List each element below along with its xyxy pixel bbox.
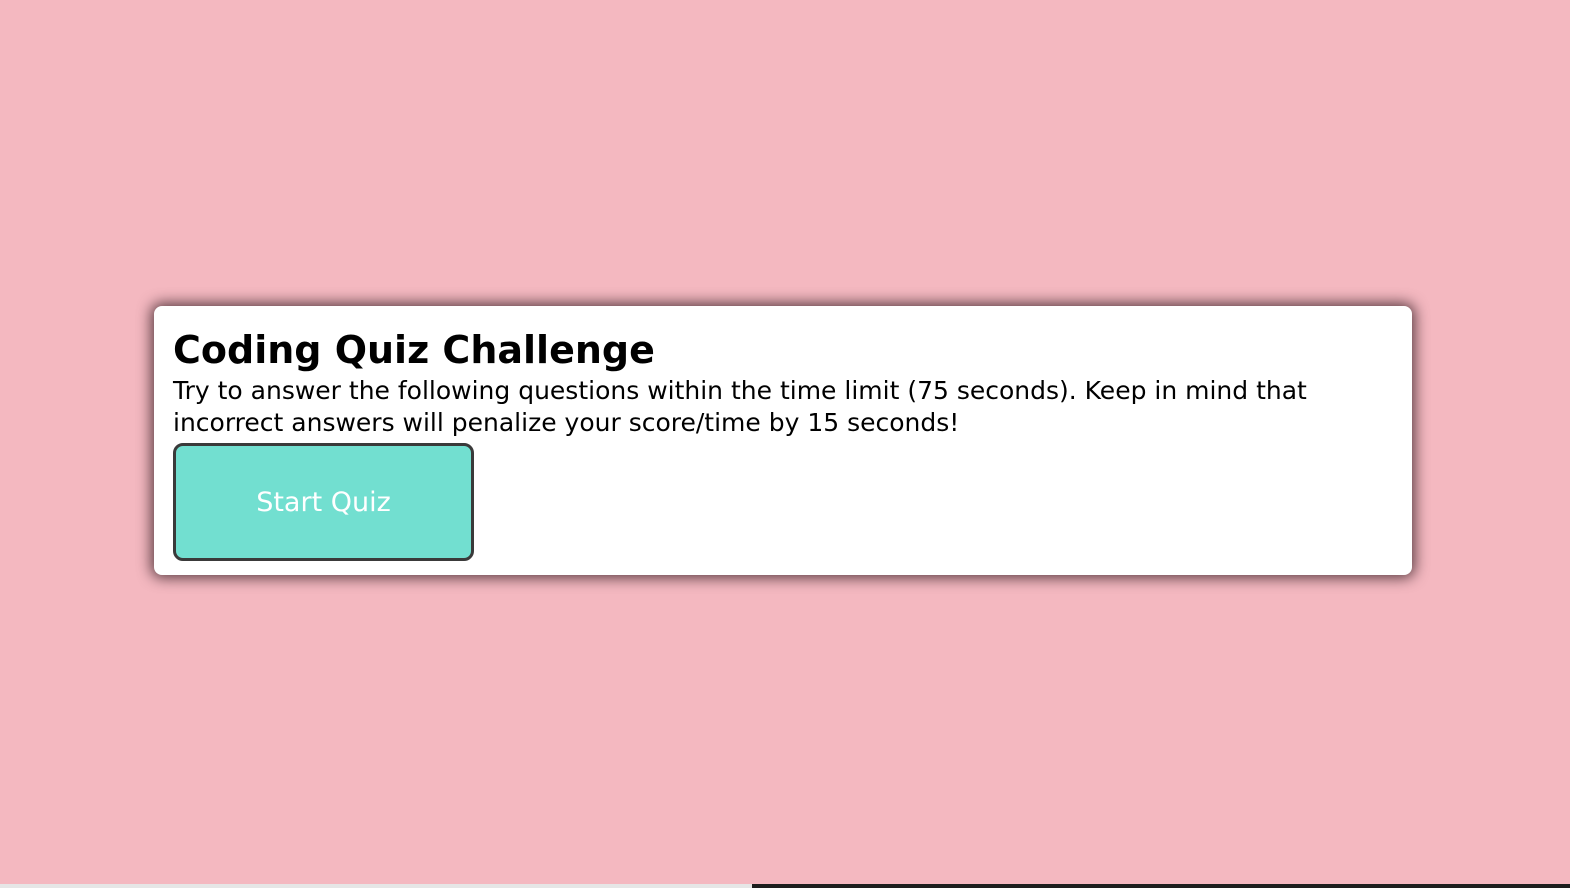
quiz-intro-card: Coding Quiz Challenge Try to answer the … (154, 306, 1412, 575)
page-title: Coding Quiz Challenge (173, 328, 655, 372)
start-quiz-button[interactable]: Start Quiz (173, 443, 474, 561)
quiz-instructions: Try to answer the following questions wi… (173, 376, 1307, 437)
underlying-window-edge-dark (752, 884, 1570, 888)
underlying-window-edge (0, 884, 1570, 888)
